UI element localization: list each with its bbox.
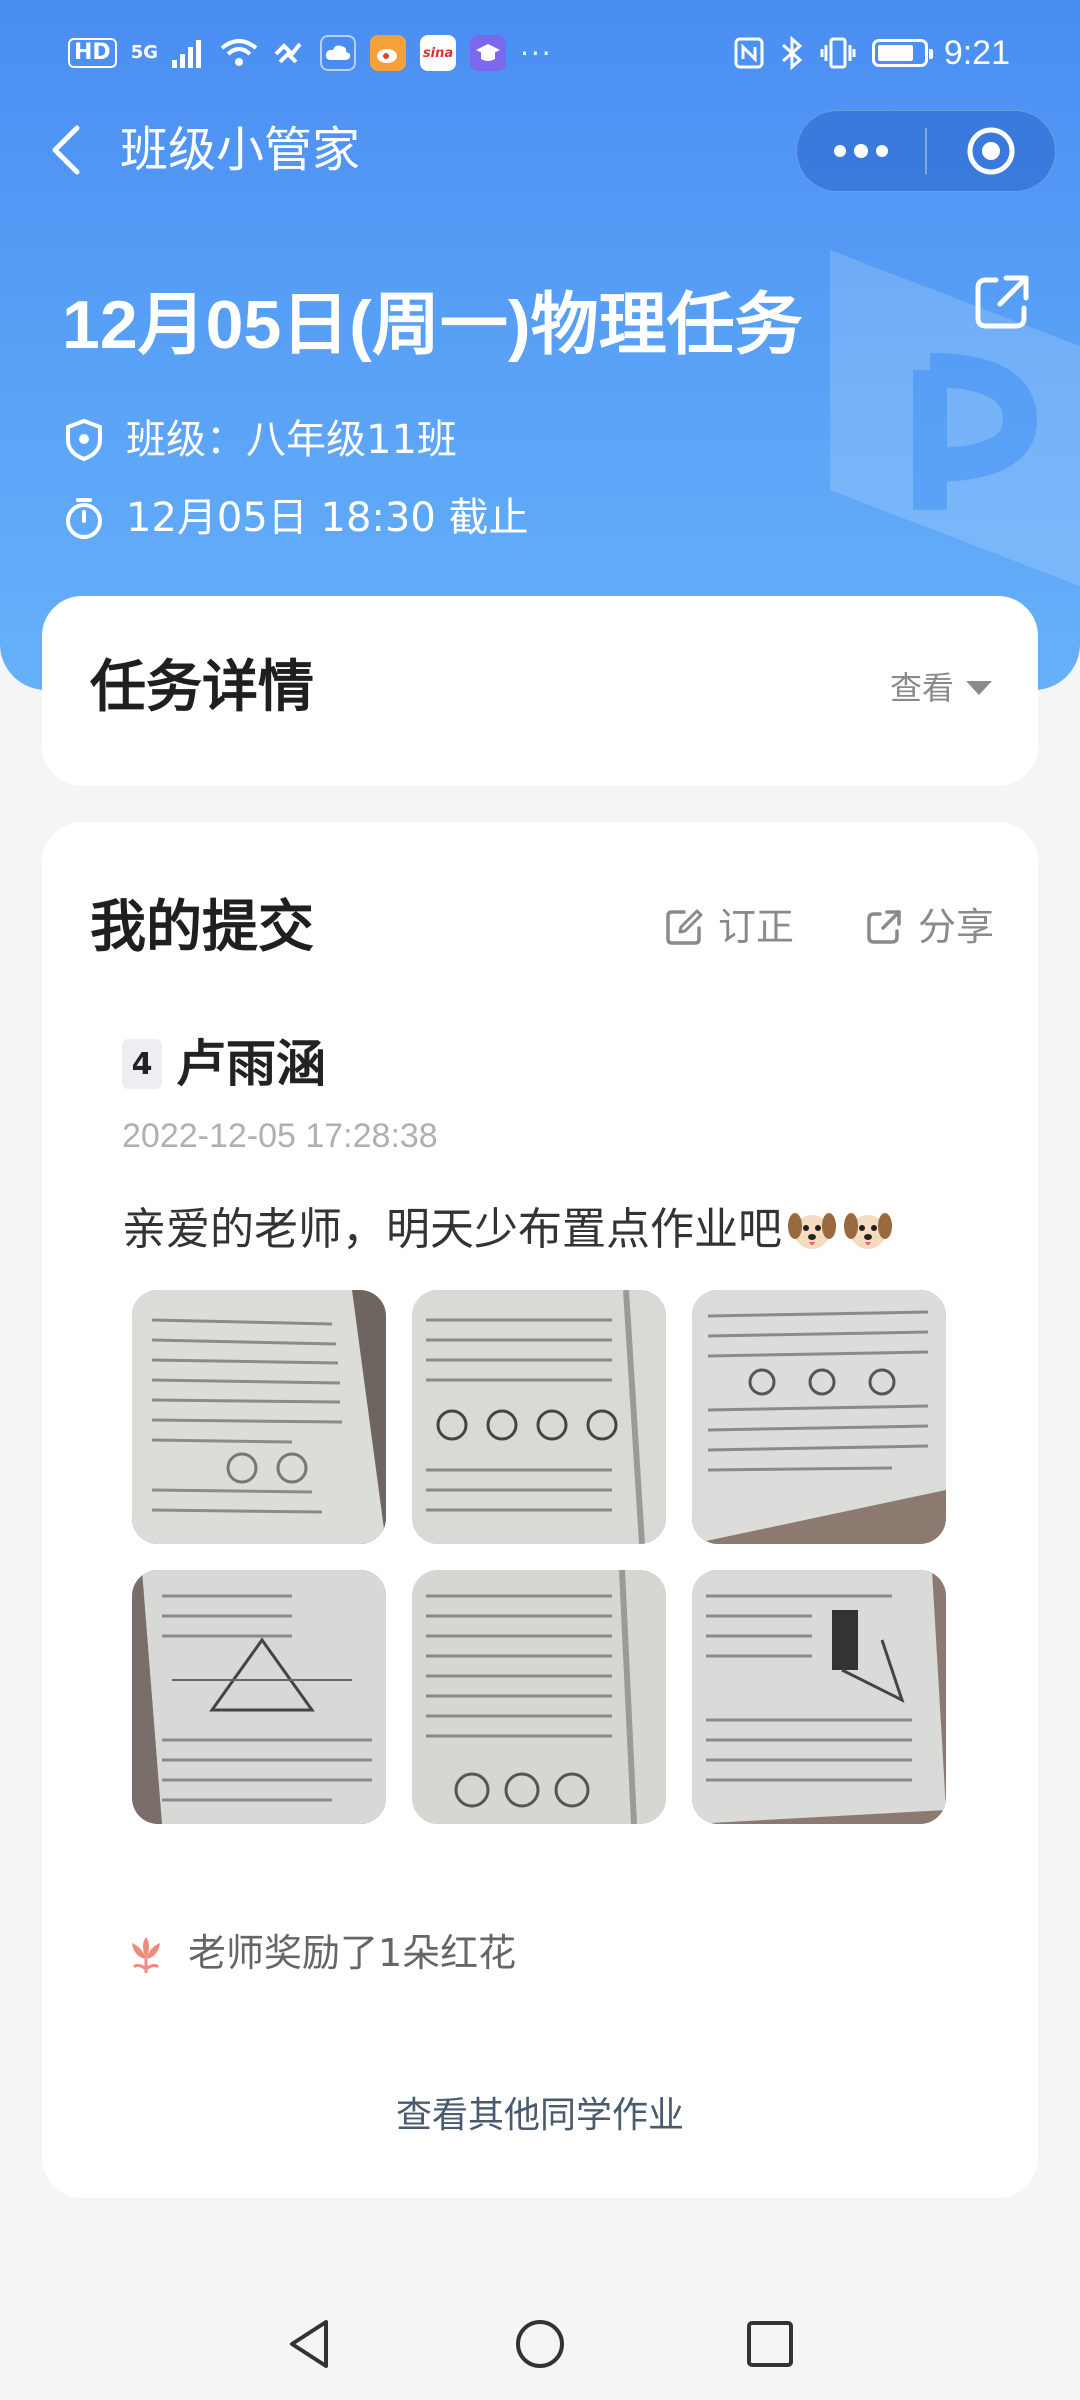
- share-label: 分享: [918, 905, 995, 949]
- more-notifications: ···: [520, 36, 553, 70]
- reward-text: 老师奖励了1朵红花: [188, 1931, 517, 1975]
- homework-photo[interactable]: [132, 1290, 386, 1544]
- data-saver-icon: [274, 42, 302, 64]
- homework-photo[interactable]: [412, 1290, 666, 1544]
- hd-indicator: HD: [68, 38, 117, 68]
- chevron-left-icon: [52, 125, 80, 175]
- fix-label: 订正: [718, 905, 795, 949]
- view-detail-toggle[interactable]: 查看: [890, 668, 992, 708]
- cloud-icon: [320, 35, 356, 71]
- my-submission-card: 我的提交 订正 分享 4 卢雨涵 2022-12-05 17:28:38 亲爱的…: [42, 822, 1038, 2198]
- view-label: 查看: [889, 669, 954, 707]
- decorative-logo-watermark: [830, 250, 1080, 587]
- signal-icon: [172, 40, 201, 68]
- app-title: 班级小管家: [120, 122, 361, 178]
- wifi-icon: [220, 39, 258, 66]
- nav-home-icon[interactable]: [510, 2314, 570, 2374]
- student-number-badge: 4: [122, 1039, 162, 1089]
- caret-down-icon: [966, 681, 992, 695]
- more-button[interactable]: [797, 111, 925, 191]
- submission-message-text: 亲爱的老师，明天少布置点作业吧: [122, 1204, 782, 1255]
- class-label: 班级：八年级11班: [126, 417, 457, 463]
- student-name: 卢雨涵: [176, 1035, 326, 1093]
- dog-emoji-icon: [844, 1213, 892, 1249]
- network-indicator: 5G: [130, 42, 158, 63]
- fix-button[interactable]: 订正: [664, 902, 794, 952]
- deadline-info: 12月05日 18:30 截止: [62, 492, 529, 544]
- submission-heading: 我的提交: [90, 895, 314, 960]
- back-button[interactable]: [34, 118, 98, 182]
- edit-icon: [666, 909, 703, 945]
- target-circle-icon: [967, 127, 1015, 175]
- submission-message: 亲爱的老师，明天少布置点作业吧: [122, 1198, 894, 1262]
- bluetooth-icon: [781, 36, 803, 70]
- reward-info: 老师奖励了1朵红花: [122, 1928, 516, 1978]
- homework-photo[interactable]: [692, 1290, 946, 1544]
- miniprogram-capsule: [796, 110, 1056, 192]
- nav-back-icon[interactable]: [280, 2314, 340, 2374]
- status-bar: HD 5G sina ··· 9:21: [0, 0, 1080, 104]
- navigation-bar: 班级小管家: [0, 104, 1080, 196]
- timer-icon: [66, 498, 102, 539]
- share-icon: [867, 910, 901, 944]
- system-navigation-bar: [0, 2290, 1080, 2400]
- student-info: 4 卢雨涵: [122, 1034, 326, 1094]
- homework-photo[interactable]: [132, 1570, 386, 1824]
- more-dots-icon: [834, 144, 889, 158]
- share-icon[interactable]: [970, 270, 1034, 334]
- share-button[interactable]: 分享: [864, 902, 994, 952]
- submission-timestamp: 2022-12-05 17:28:38: [122, 1117, 438, 1155]
- shield-icon: [66, 418, 102, 462]
- view-other-students-link[interactable]: 查看其他同学作业: [42, 2092, 1038, 2140]
- nav-recents-icon[interactable]: [740, 2314, 800, 2374]
- battery-icon: [871, 39, 933, 67]
- deadline-label: 12月05日 18:30 截止: [126, 495, 529, 541]
- graduation-icon: [470, 35, 506, 71]
- task-detail-card: 任务详情 查看: [42, 596, 1038, 786]
- sina-icon: sina: [420, 35, 456, 71]
- clock: 9:21: [943, 33, 1010, 72]
- task-title: 12月05日(周一)物理任务: [62, 287, 803, 363]
- homework-photo[interactable]: [412, 1570, 666, 1824]
- homework-photo[interactable]: [692, 1570, 946, 1824]
- close-miniprogram-button[interactable]: [927, 111, 1055, 191]
- class-info: 班级：八年级11班: [62, 414, 457, 466]
- dog-emoji-icon: [788, 1213, 836, 1249]
- nfc-icon: [734, 37, 764, 69]
- submission-photo-grid: [132, 1290, 952, 1824]
- weibo-icon: [370, 35, 406, 71]
- red-flower-icon: [132, 1937, 160, 1973]
- task-detail-heading: 任务详情: [90, 655, 314, 720]
- vibrate-icon: [820, 37, 856, 69]
